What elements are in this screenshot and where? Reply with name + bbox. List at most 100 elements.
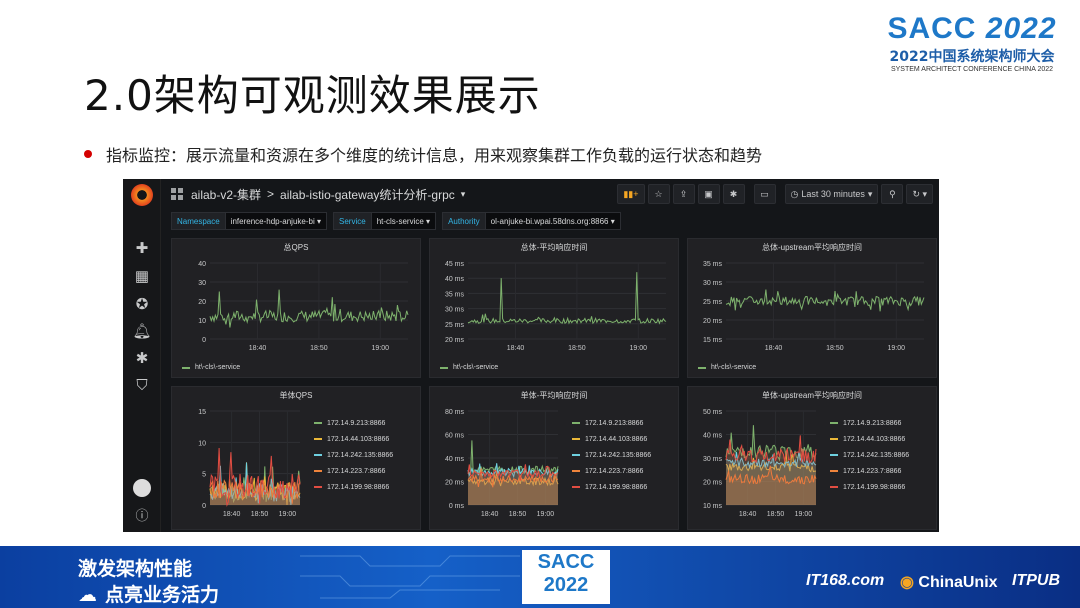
config-gear-icon[interactable]: ✱ [132,349,152,369]
legend-item[interactable]: 172.14.242.135:8866 [830,447,909,463]
legend-item[interactable]: 172.14.199.98:8866 [830,479,909,495]
y-tick-label: 0 [202,337,206,344]
y-tick-label: 30 ms [703,456,723,463]
y-tick-label: 20 [198,299,206,306]
dashboard-navbar: ailab-v2-集群 > ailab-istio-gateway统计分析-gr… [161,179,939,209]
series-line [209,289,409,328]
x-tick-label: 18:40 [223,511,241,518]
save-icon[interactable]: ▣ [697,184,720,204]
series-line [467,272,667,325]
bullet-dot-icon [84,150,92,158]
panel-avg-response[interactable]: 总体-平均响应时间 45 ms 40 ms 35 ms 30 ms 25 ms 20 ms… [429,238,679,378]
x-tick-label: 19:00 [630,345,648,352]
legend-item[interactable]: 172.14.44.103:8866 [314,431,393,447]
legend: 172.14.9.213:8866 172.14.44.103:8866 172… [314,415,393,495]
explore-icon[interactable]: ✪ [132,295,152,315]
y-tick-label: 15 ms [703,337,723,344]
sacc-badge: SACC 2022 [522,550,610,604]
panel-upstream-response[interactable]: 总体-upstream平均响应时间 35 ms 30 ms 25 ms 20 ms 15… [687,238,937,378]
time-picker-button[interactable]: ◷ Last 30 minutes ▾ [784,184,879,204]
x-tick-label: 18:50 [310,345,328,352]
brand-year: 2022 [985,12,1057,45]
x-tick-label: 18:50 [509,511,527,518]
y-tick-label: 20 ms [445,480,465,487]
legend-item[interactable]: 172.14.9.213:8866 [314,415,393,431]
chart-add-icon[interactable]: ▮▮+ [617,184,645,204]
chevron-down-icon[interactable]: ▾ [461,189,466,200]
legend: ht\-cls\-service [182,364,240,371]
breadcrumb-separator: > [267,187,275,201]
y-tick-label: 40 [198,261,206,268]
y-tick-label: 20 ms [445,337,465,344]
side-menu: ✚ ▦ ✪ 🔔︎ ✱ ⛉ ⓘ [123,179,161,532]
legend-item[interactable]: 172.14.44.103:8866 [572,431,651,447]
variable-namespace[interactable]: Namespace inference-hdp-anjuke-bi ▾ [171,212,327,230]
variable-select[interactable]: ol-anjuke-bi.wpai.58dns.org:8866 ▾ [485,212,621,230]
share-icon[interactable]: ⇪ [672,184,695,204]
alert-bell-icon[interactable]: 🔔︎ [132,322,152,342]
gear-icon[interactable]: ✱ [722,184,745,204]
dashboard-breadcrumb[interactable]: ailab-v2-集群 > ailab-istio-gateway统计分析-gr… [171,186,465,203]
legend-item[interactable]: ht\-cls\-service [453,364,498,371]
legend-item[interactable]: 172.14.223.7:8866 [314,463,393,479]
legend-item[interactable]: 172.14.44.103:8866 [830,431,909,447]
refresh-icon[interactable]: ↻ ▾ [906,184,933,204]
legend-item[interactable]: 172.14.223.7:8866 [572,463,651,479]
y-tick-label: 25 ms [703,299,723,306]
legend-item[interactable]: 172.14.9.213:8866 [572,415,651,431]
slide-title: 2.0架构可观测效果展示 [84,71,541,120]
x-tick-label: 19:00 [795,511,813,518]
badge-bottom: 2022 [543,574,589,596]
breadcrumb-folder[interactable]: ailab-v2-集群 [191,186,261,203]
dashboards-icon[interactable]: ▦ [132,267,152,287]
panel-instance-avg-response[interactable]: 单体-平均响应时间 80 ms 60 ms 40 ms 20 ms 0 ms 18:40 1… [429,386,679,530]
badge-top: SACC [537,551,595,573]
tv-icon[interactable]: ▭ [753,184,776,204]
legend-item[interactable]: 172.14.242.135:8866 [314,447,393,463]
panel-instance-upstream-response[interactable]: 单体-upstream平均响应时间 50 ms 40 ms 30 ms 20 ms 10… [687,386,937,530]
variable-label: Authority [442,212,486,230]
variable-service[interactable]: Service ht-cls-service ▾ [333,212,437,230]
y-tick-label: 0 [202,503,206,510]
panel-total-qps[interactable]: 总QPS 40 30 20 10 0 18:40 18:50 19:00 ht\-cls\-s… [171,238,421,378]
variable-select[interactable]: ht-cls-service ▾ [371,212,437,230]
variable-value: inference-hdp-anjuke-bi [230,217,315,226]
legend-item[interactable]: 172.14.199.98:8866 [572,479,651,495]
legend-item[interactable]: 172.14.223.7:8866 [830,463,909,479]
series-line [725,289,925,312]
y-tick-label: 45 ms [445,261,465,268]
legend-item[interactable]: 172.14.199.98:8866 [314,479,393,495]
plus-icon[interactable]: ✚ [132,239,152,259]
help-icon[interactable]: ⓘ [132,506,152,526]
y-tick-label: 0 ms [449,503,465,510]
y-tick-label: 10 [198,440,206,447]
legend-item[interactable]: 172.14.9.213:8866 [830,415,909,431]
grafana-logo-icon[interactable] [131,184,153,206]
y-tick-label: 20 ms [703,318,723,325]
variable-select[interactable]: inference-hdp-anjuke-bi ▾ [225,212,327,230]
star-icon[interactable]: ☆ [647,184,670,204]
dashboard-title[interactable]: ailab-istio-gateway统计分析-grpc [280,186,455,203]
brand-english: SYSTEM ARCHITECT CONFERENCE CHINA 2022 [890,66,1054,73]
variable-value: ht-cls-service [376,217,424,226]
shield-icon[interactable]: ⛉ [132,376,152,396]
legend-item[interactable]: 172.14.242.135:8866 [572,447,651,463]
y-tick-label: 20 ms [703,480,723,487]
series-area [726,435,816,505]
bullet-text: 指标监控：展示流量和资源在多个维度的统计信息，用来观察集群工作负载的运行状态和趋… [106,146,763,165]
y-tick-label: 10 [198,318,206,325]
zoom-out-icon[interactable]: ⚲ [881,184,904,204]
legend-item[interactable]: ht\-cls\-service [711,364,756,371]
panel-instance-qps[interactable]: 单体QPS 15 10 5 0 18:40 18:50 19:00 172.14.9.213… [171,386,421,530]
y-tick-label: 10 ms [703,503,723,510]
avatar[interactable] [133,479,151,497]
x-tick-label: 19:00 [372,345,390,352]
variable-value: ol-anjuke-bi.wpai.58dns.org:8866 [490,217,609,226]
grafana-dashboard: ✚ ▦ ✪ 🔔︎ ✱ ⛉ ⓘ ailab-v2-集群 > ailab-istio… [123,179,939,532]
x-tick-label: 19:00 [279,511,297,518]
legend-item[interactable]: ht\-cls\-service [195,364,240,371]
y-tick-label: 40 ms [445,456,465,463]
y-tick-label: 35 ms [445,291,465,298]
y-tick-label: 30 [198,280,206,287]
variable-authority[interactable]: Authority ol-anjuke-bi.wpai.58dns.org:886… [442,212,621,230]
